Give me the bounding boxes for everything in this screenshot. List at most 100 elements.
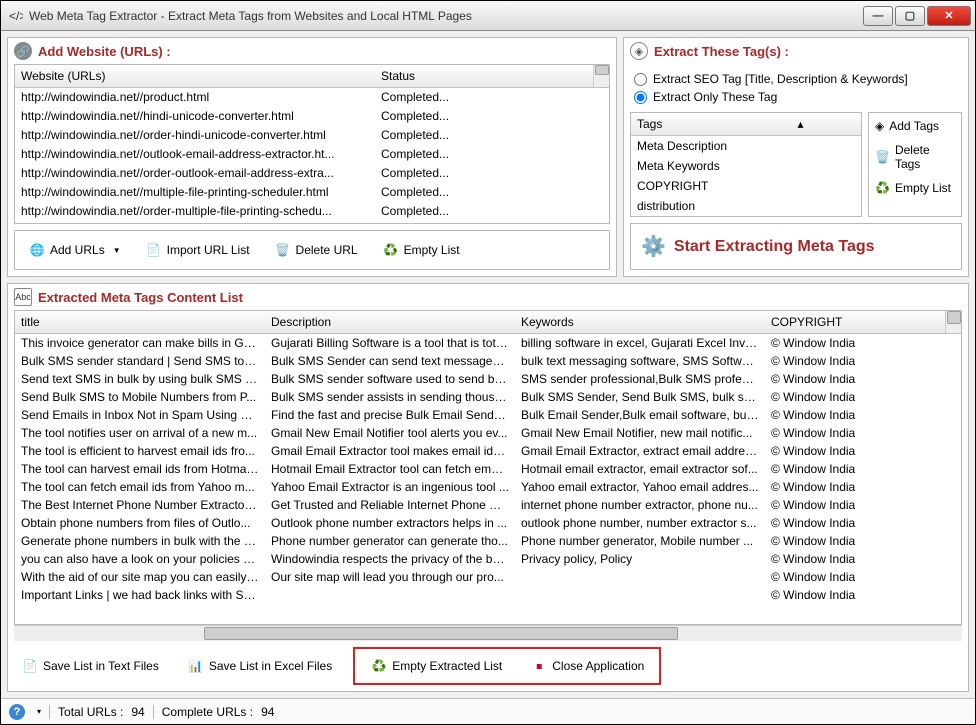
- extract-tags-panel: ◈ Extract These Tag(s) : Extract SEO Tag…: [623, 37, 969, 277]
- recycle-icon: ♻️: [875, 181, 890, 195]
- tag-item[interactable]: distribution: [631, 196, 861, 216]
- extract-tags-header: ◈ Extract These Tag(s) :: [624, 38, 968, 64]
- extracted-row[interactable]: The tool is efficient to harvest email i…: [15, 442, 961, 460]
- col-tags[interactable]: Tags: [637, 117, 746, 131]
- chevron-up-icon[interactable]: ▴: [746, 117, 855, 131]
- col-status[interactable]: Status: [375, 65, 593, 87]
- extracted-row[interactable]: you can also have a look on your policie…: [15, 550, 961, 568]
- col-title[interactable]: title: [15, 311, 265, 333]
- extracted-row[interactable]: Send Emails in Inbox Not in Spam Using B…: [15, 406, 961, 424]
- add-urls-panel: 🔗 Add Website (URLs) : Website (URLs) St…: [7, 37, 617, 277]
- add-urls-title: Add Website (URLs) :: [38, 44, 171, 59]
- col-url[interactable]: Website (URLs): [15, 65, 375, 87]
- diamond-icon: ◈: [630, 42, 648, 60]
- url-row[interactable]: http://windowindia.net//hindi-unicode-co…: [15, 107, 609, 126]
- url-row[interactable]: http://windowindia.net//order-hindi-unic…: [15, 126, 609, 145]
- dropdown-icon[interactable]: ▾: [37, 707, 41, 716]
- extracted-row[interactable]: Important Links | we had back links with…: [15, 586, 961, 604]
- import-icon: 📄: [145, 241, 163, 259]
- extracted-header: Abc Extracted Meta Tags Content List: [8, 284, 968, 310]
- url-row[interactable]: http://windowindia.net//multiple-file-pr…: [15, 183, 609, 202]
- extracted-row[interactable]: Generate phone numbers in bulk with the …: [15, 532, 961, 550]
- extracted-row[interactable]: Obtain phone numbers from files of Outlo…: [15, 514, 961, 532]
- extracted-row[interactable]: The tool notifies user on arrival of a n…: [15, 424, 961, 442]
- extracted-row[interactable]: Bulk SMS sender standard | Send SMS to m…: [15, 352, 961, 370]
- save-excel-button[interactable]: 📊Save List in Excel Files: [180, 653, 339, 679]
- app-window: </> Web Meta Tag Extractor - Extract Met…: [0, 0, 976, 725]
- total-urls-label: Total URLs :: [58, 705, 123, 719]
- extracted-row[interactable]: Send text SMS in bulk by using bulk SMS …: [15, 370, 961, 388]
- empty-extracted-button[interactable]: ♻️Empty Extracted List: [363, 653, 509, 679]
- total-urls-value: 94: [131, 705, 144, 719]
- highlighted-actions: ♻️Empty Extracted List ⏹Close Applicatio…: [353, 647, 661, 685]
- extracted-grid[interactable]: title Description Keywords COPYRIGHT Thi…: [14, 310, 962, 625]
- add-tags-button[interactable]: ◈Add Tags: [875, 119, 955, 133]
- extracted-toolbar: 📄Save List in Text Files 📊Save List in E…: [8, 641, 968, 691]
- close-button[interactable]: ✕: [927, 6, 971, 26]
- tag-item[interactable]: Meta Description: [631, 136, 861, 156]
- radio-seo-tag[interactable]: Extract SEO Tag [Title, Description & Ke…: [634, 70, 958, 88]
- tag-item[interactable]: Meta Keywords: [631, 156, 861, 176]
- title-bar: </> Web Meta Tag Extractor - Extract Met…: [1, 1, 975, 31]
- excel-file-icon: 📊: [187, 657, 205, 675]
- empty-list-button[interactable]: ♻️Empty List: [375, 237, 467, 263]
- start-extracting-button[interactable]: ⚙️ Start Extracting Meta Tags: [630, 223, 962, 270]
- minimize-button[interactable]: —: [863, 6, 893, 26]
- url-row[interactable]: http://windowindia.net//product.htmlComp…: [15, 88, 609, 107]
- extracted-row[interactable]: The tool can harvest email ids from Hotm…: [15, 460, 961, 478]
- complete-urls-value: 94: [261, 705, 274, 719]
- link-icon: 🔗: [14, 42, 32, 60]
- delete-icon: 🗑️: [875, 150, 890, 164]
- col-description[interactable]: Description: [265, 311, 515, 333]
- status-bar: ? ▾ Total URLs : 94 Complete URLs : 94: [1, 698, 975, 724]
- url-row[interactable]: http://windowindia.net//outlook-email-ad…: [15, 145, 609, 164]
- globe-icon: 🌐: [28, 241, 46, 259]
- urls-grid[interactable]: Website (URLs) Status http://windowindia…: [14, 64, 610, 224]
- save-text-button[interactable]: 📄Save List in Text Files: [14, 653, 166, 679]
- empty-tags-button[interactable]: ♻️Empty List: [875, 181, 955, 195]
- delete-icon: 🗑️: [274, 241, 292, 259]
- recycle-icon: ♻️: [382, 241, 400, 259]
- help-icon[interactable]: ?: [9, 704, 25, 720]
- extracted-row[interactable]: The tool can fetch email ids from Yahoo …: [15, 478, 961, 496]
- delete-tags-button[interactable]: 🗑️Delete Tags: [875, 143, 955, 171]
- url-row[interactable]: http://windowindia.net//order-multiple-f…: [15, 202, 609, 221]
- add-urls-button[interactable]: 🌐Add URLs▼: [21, 237, 128, 263]
- complete-urls-label: Complete URLs :: [162, 705, 253, 719]
- col-copyright[interactable]: COPYRIGHT: [765, 311, 945, 333]
- extracted-row[interactable]: This invoice generator can make bills in…: [15, 334, 961, 352]
- delete-url-button[interactable]: 🗑️Delete URL: [267, 237, 365, 263]
- maximize-button[interactable]: ▢: [895, 6, 925, 26]
- window-title: Web Meta Tag Extractor - Extract Meta Ta…: [29, 9, 472, 23]
- extracted-row[interactable]: The Best Internet Phone Number Extractor…: [15, 496, 961, 514]
- tags-listbox[interactable]: Tags▴ Meta DescriptionMeta KeywordsCOPYR…: [630, 112, 862, 217]
- urls-grid-header: Website (URLs) Status: [15, 65, 609, 88]
- col-keywords[interactable]: Keywords: [515, 311, 765, 333]
- abc-icon: Abc: [14, 288, 32, 306]
- close-application-button[interactable]: ⏹Close Application: [523, 653, 651, 679]
- svg-text:</>: </>: [9, 9, 23, 23]
- extracted-grid-header: title Description Keywords COPYRIGHT: [15, 311, 961, 334]
- tag-actions: ◈Add Tags 🗑️Delete Tags ♻️Empty List: [868, 112, 962, 217]
- text-file-icon: 📄: [21, 657, 39, 675]
- client-area: 🔗 Add Website (URLs) : Website (URLs) St…: [1, 31, 975, 698]
- diamond-icon: ◈: [875, 119, 884, 133]
- import-url-list-button[interactable]: 📄Import URL List: [138, 237, 257, 263]
- app-code-icon: </>: [9, 9, 23, 23]
- radio-only-these[interactable]: Extract Only These Tag: [634, 88, 958, 106]
- urls-scrollbar[interactable]: [593, 65, 609, 87]
- add-urls-header: 🔗 Add Website (URLs) :: [8, 38, 616, 64]
- urls-toolbar: 🌐Add URLs▼ 📄Import URL List 🗑️Delete URL…: [14, 230, 610, 270]
- extracted-vscrollbar[interactable]: [945, 311, 961, 333]
- url-row[interactable]: http://windowindia.net//order-outlook-em…: [15, 164, 609, 183]
- extract-tags-title: Extract These Tag(s) :: [654, 44, 789, 59]
- tag-item[interactable]: COPYRIGHT: [631, 176, 861, 196]
- exit-icon: ⏹: [530, 657, 548, 675]
- extracted-hscrollbar[interactable]: [14, 625, 962, 641]
- recycle-icon: ♻️: [370, 657, 388, 675]
- extracted-row[interactable]: Send Bulk SMS to Mobile Numbers from P..…: [15, 388, 961, 406]
- gear-icon: ⚙️: [641, 234, 666, 259]
- extracted-title: Extracted Meta Tags Content List: [38, 290, 243, 305]
- extracted-row[interactable]: With the aid of our site map you can eas…: [15, 568, 961, 586]
- extracted-panel: Abc Extracted Meta Tags Content List tit…: [7, 283, 969, 692]
